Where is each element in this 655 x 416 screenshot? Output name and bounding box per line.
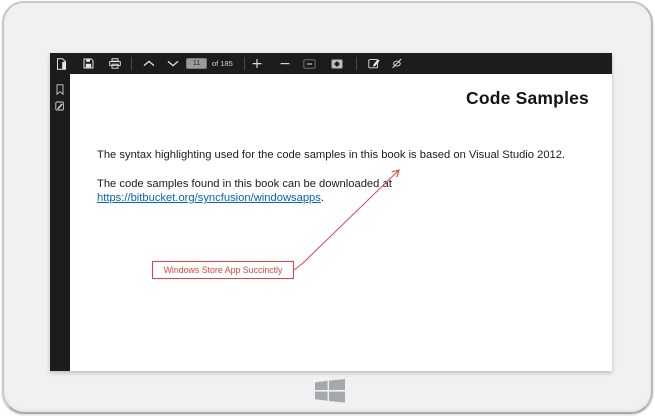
fit-page-icon (331, 59, 343, 69)
zoom-out-button[interactable]: − (276, 55, 294, 73)
print-icon (109, 58, 121, 69)
page-number-input[interactable] (186, 58, 207, 69)
fit-width-icon (303, 59, 316, 69)
pages-button[interactable] (52, 55, 70, 73)
ink-button[interactable] (388, 55, 406, 73)
note-pencil-icon (55, 99, 65, 114)
page-title: Code Samples (466, 88, 589, 109)
previous-page-button[interactable] (140, 55, 158, 73)
callout-arrow (70, 74, 612, 371)
toolbar-divider (356, 57, 357, 70)
plus-icon: + (251, 57, 263, 71)
callout-label: Windows Store App Succinctly (164, 265, 283, 275)
bookmark-icon (56, 83, 64, 98)
ink-slash-icon (391, 58, 403, 69)
chevron-down-icon (167, 60, 179, 67)
pdf-viewer-window: of 185 + − (50, 53, 612, 371)
tablet-frame: of 185 + − (2, 1, 653, 414)
link-line: https://bitbucket.org/syncfusion/windows… (97, 192, 324, 204)
print-button[interactable] (106, 55, 124, 73)
sidebar (50, 74, 70, 371)
toolbar: of 185 + − (50, 53, 612, 74)
toolbar-divider (244, 57, 245, 70)
save-icon (83, 58, 94, 69)
minus-icon: − (279, 57, 291, 71)
callout-box: Windows Store App Succinctly (152, 261, 294, 279)
fit-page-button[interactable] (328, 55, 346, 73)
next-page-button[interactable] (164, 55, 182, 73)
paragraph-download: The code samples found in this book can … (97, 178, 392, 190)
annotation-button[interactable] (365, 55, 383, 73)
windows-home-button[interactable] (315, 379, 345, 403)
download-link[interactable]: https://bitbucket.org/syncfusion/windows… (97, 192, 321, 204)
bookmarks-button[interactable] (52, 83, 68, 97)
link-period: . (321, 192, 324, 204)
note-edit-icon (368, 58, 381, 69)
pdf-page: Code Samples The syntax highlighting use… (70, 74, 612, 371)
pages-icon (56, 58, 67, 70)
save-button[interactable] (79, 55, 97, 73)
screenshot-stage: of 185 + − (0, 0, 655, 416)
toolbar-divider (131, 57, 132, 70)
fit-width-button[interactable] (300, 55, 318, 73)
paragraph-syntax: The syntax highlighting used for the cod… (97, 149, 565, 161)
notes-button[interactable] (52, 99, 68, 113)
chevron-up-icon (143, 60, 155, 67)
zoom-in-button[interactable]: + (248, 55, 266, 73)
windows-logo-icon (315, 391, 345, 406)
page-count-label: of 185 (212, 60, 233, 68)
